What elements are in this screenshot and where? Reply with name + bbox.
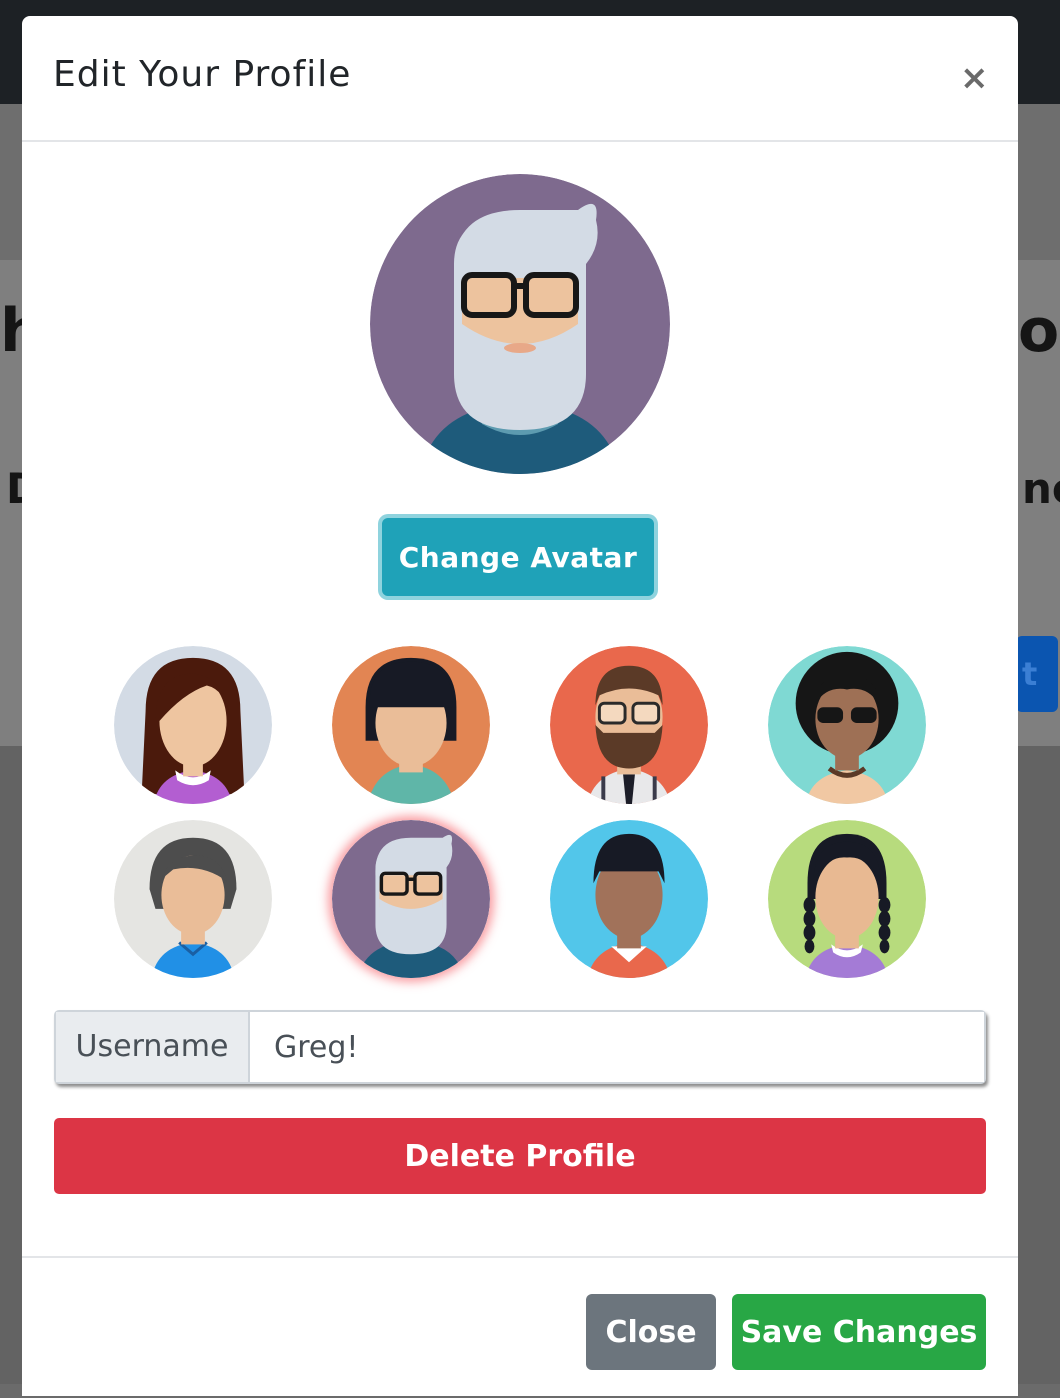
delete-profile-button[interactable]: Delete Profile (54, 1118, 986, 1194)
avatar-option-bearded-man-glasses[interactable] (550, 646, 708, 804)
avatar-option-woman-bob-hair[interactable] (332, 646, 490, 804)
username-input-group: Username (54, 1010, 986, 1084)
afro-sunglasses-icon (768, 646, 926, 804)
username-input[interactable] (250, 1012, 984, 1082)
woman-bob-hair-icon (332, 646, 490, 804)
username-label: Username (56, 1012, 250, 1082)
short-hair-person-icon (114, 820, 272, 978)
background-text-fragment-right: nc (1022, 464, 1060, 513)
current-avatar (370, 174, 670, 474)
background-heading-fragment-right: or (1018, 296, 1060, 366)
close-button[interactable]: Close (586, 1294, 716, 1370)
modal-title: Edit Your Profile (53, 54, 352, 95)
avatar-option-afro-sunglasses[interactable] (768, 646, 926, 804)
modal-header: Edit Your Profile × (22, 16, 1018, 142)
change-avatar-button[interactable]: Change Avatar (382, 518, 654, 596)
bearded-man-glasses-icon (550, 646, 708, 804)
avatar-option-short-hair-person[interactable] (114, 820, 272, 978)
old-man-glasses-icon (332, 820, 490, 978)
woman-long-hair-icon (114, 646, 272, 804)
avatar-option-man-flat-top[interactable] (550, 820, 708, 978)
avatar-option-old-man-glasses[interactable] (332, 820, 490, 978)
avatar-option-woman-long-hair[interactable] (114, 646, 272, 804)
girl-braids-icon (768, 820, 926, 978)
edit-profile-modal: Edit Your Profile × Change Avatar Userna… (22, 16, 1018, 1396)
modal-footer: Close Save Changes (22, 1256, 1018, 1398)
close-icon[interactable]: × (960, 61, 989, 95)
background-button-fragment: t (1016, 636, 1058, 712)
avatar-option-girl-braids[interactable] (768, 820, 926, 978)
man-flat-top-icon (550, 820, 708, 978)
save-changes-button[interactable]: Save Changes (732, 1294, 986, 1370)
